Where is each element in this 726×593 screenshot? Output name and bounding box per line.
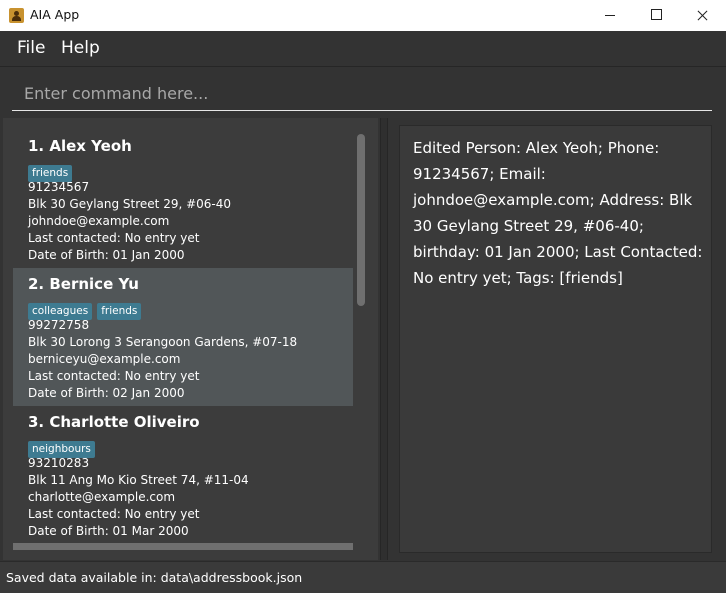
status-text: Saved data available in: data\addressboo…: [6, 570, 303, 585]
app-window: AIA App File Help 1. Alex Yeoh friends 9…: [0, 0, 726, 593]
person-address: Blk 11 Ang Mo Kio Street 74, #11-04: [28, 473, 249, 487]
menu-help[interactable]: Help: [61, 38, 100, 58]
person-card[interactable]: 1. Alex Yeoh friends 91234567 Blk 30 Gey…: [13, 130, 353, 268]
person-card[interactable]: 3. Charlotte Oliveiro neighbours 9321028…: [13, 406, 353, 544]
person-dob: Date of Birth: 02 Jan 2000: [28, 386, 185, 400]
vertical-scrollbar[interactable]: [357, 134, 365, 306]
maximize-button[interactable]: [634, 0, 680, 31]
person-address: Blk 30 Lorong 3 Serangoon Gardens, #07-1…: [28, 335, 298, 349]
person-name: 3. Charlotte Oliveiro: [28, 413, 200, 431]
maximize-icon: [651, 9, 662, 20]
person-phone: 91234567: [28, 180, 90, 194]
close-button[interactable]: [680, 0, 726, 31]
result-panel: Edited Person: Alex Yeoh; Phone: 9123456…: [388, 118, 726, 560]
split-pane-divider[interactable]: [380, 118, 388, 560]
person-phone: 99272758: [28, 318, 90, 332]
title-bar: AIA App: [0, 0, 726, 31]
tag-list: neighbours: [28, 437, 100, 458]
person-dob: Date of Birth: 01 Mar 2000: [28, 524, 189, 538]
result-text: Edited Person: Alex Yeoh; Phone: 9123456…: [413, 139, 703, 287]
app-icon: [9, 8, 24, 23]
person-card-selected[interactable]: 2. Bernice Yu colleagues friends 99272758…: [13, 268, 353, 406]
person-name: 1. Alex Yeoh: [28, 137, 132, 155]
person-last-contacted: Last contacted: No entry yet: [28, 369, 200, 383]
person-email: charlotte@example.com: [28, 490, 176, 504]
tag: friends: [97, 303, 142, 320]
person-address: Blk 30 Geylang Street 29, #06-40: [28, 197, 232, 211]
person-email: berniceyu@example.com: [28, 352, 181, 366]
window-title: AIA App: [30, 7, 80, 22]
result-display: Edited Person: Alex Yeoh; Phone: 9123456…: [399, 125, 712, 553]
person-email: johndoe@example.com: [28, 214, 170, 228]
command-input[interactable]: [12, 77, 712, 111]
person-phone: 93210283: [28, 456, 90, 470]
menu-bar: File Help: [0, 31, 726, 67]
person-last-contacted: Last contacted: No entry yet: [28, 507, 200, 521]
tag-list: colleagues friends: [28, 299, 146, 320]
menu-file[interactable]: File: [17, 38, 45, 58]
command-box: [0, 67, 726, 117]
person-name: 2. Bernice Yu: [28, 275, 139, 293]
horizontal-scrollbar[interactable]: [13, 543, 353, 550]
minimize-button[interactable]: [588, 0, 634, 31]
person-list-panel: 1. Alex Yeoh friends 91234567 Blk 30 Gey…: [3, 118, 378, 560]
person-list[interactable]: 1. Alex Yeoh friends 91234567 Blk 30 Gey…: [13, 130, 353, 554]
minimize-icon: [605, 15, 615, 16]
person-last-contacted: Last contacted: No entry yet: [28, 231, 200, 245]
status-bar: Saved data available in: data\addressboo…: [0, 561, 726, 593]
tag-list: friends: [28, 161, 77, 182]
person-dob: Date of Birth: 01 Jan 2000: [28, 248, 185, 262]
